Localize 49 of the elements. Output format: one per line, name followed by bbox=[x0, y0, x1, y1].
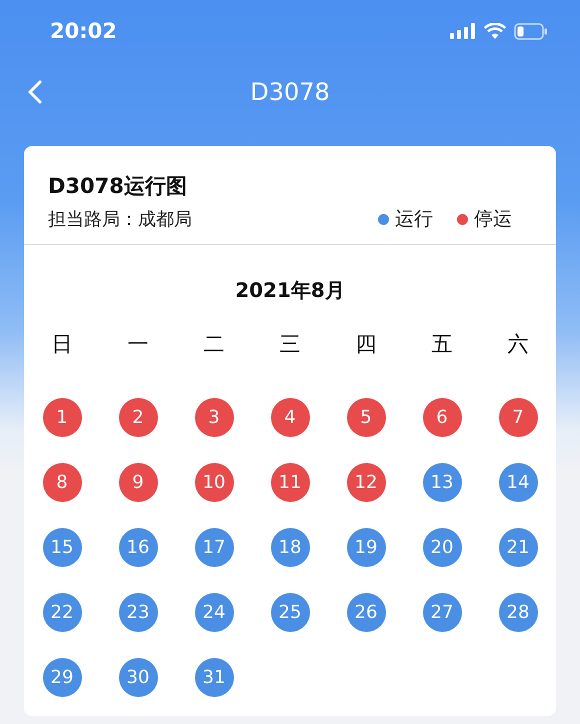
status-time: 20:02 bbox=[50, 19, 117, 43]
day-circle[interactable]: 16 bbox=[118, 528, 158, 567]
day-circle[interactable]: 9 bbox=[118, 463, 158, 502]
day-circle[interactable]: 22 bbox=[42, 593, 82, 632]
battery-icon bbox=[514, 22, 548, 40]
day-circle[interactable]: 11 bbox=[270, 463, 310, 502]
weekday-label: 四 bbox=[354, 331, 378, 358]
bureau-label: 担当路局：成都局 bbox=[48, 208, 192, 231]
day-circle[interactable]: 28 bbox=[498, 593, 538, 632]
day-circle[interactable]: 21 bbox=[498, 528, 538, 567]
day-circle[interactable]: 7 bbox=[498, 398, 538, 437]
day-circle[interactable]: 5 bbox=[346, 398, 386, 437]
day-circle[interactable]: 27 bbox=[422, 593, 462, 632]
page-title: D3078 bbox=[250, 78, 330, 106]
day-circle[interactable]: 18 bbox=[270, 528, 310, 567]
weekday-label: 三 bbox=[278, 331, 302, 358]
day-circle[interactable]: 1 bbox=[42, 398, 82, 437]
day-circle[interactable]: 25 bbox=[270, 593, 310, 632]
legend-label: 运行 bbox=[395, 207, 433, 232]
wifi-icon bbox=[484, 23, 506, 39]
day-circle[interactable]: 15 bbox=[42, 528, 82, 567]
legend-label: 停运 bbox=[474, 207, 512, 232]
day-circle[interactable]: 3 bbox=[194, 398, 234, 437]
day-circle[interactable]: 30 bbox=[118, 658, 158, 697]
month-title: 2021年8月 bbox=[234, 277, 346, 304]
day-circle[interactable]: 29 bbox=[42, 658, 82, 697]
day-circle[interactable]: 12 bbox=[346, 463, 386, 502]
day-circle[interactable]: 17 bbox=[194, 528, 234, 567]
day-circle[interactable]: 24 bbox=[194, 593, 234, 632]
day-circle[interactable]: 4 bbox=[270, 398, 310, 437]
signal-icon bbox=[450, 23, 476, 39]
day-circle[interactable]: 10 bbox=[194, 463, 234, 502]
day-circle[interactable]: 19 bbox=[346, 528, 386, 567]
day-circle[interactable]: 31 bbox=[194, 658, 234, 697]
back-icon[interactable] bbox=[28, 80, 42, 104]
day-circle[interactable]: 20 bbox=[422, 528, 462, 567]
day-circle[interactable]: 14 bbox=[498, 463, 538, 502]
day-circle[interactable]: 8 bbox=[42, 463, 82, 502]
weekday-label: 日 bbox=[50, 331, 74, 358]
weekday-label: 二 bbox=[202, 331, 226, 358]
day-circle[interactable]: 6 bbox=[422, 398, 462, 437]
train-title: D3078运行图 bbox=[48, 173, 188, 200]
weekday-label: 六 bbox=[506, 331, 530, 358]
weekday-label: 五 bbox=[430, 331, 454, 358]
day-circle[interactable]: 2 bbox=[118, 398, 158, 437]
day-circle[interactable]: 13 bbox=[422, 463, 462, 502]
day-circle[interactable]: 26 bbox=[346, 593, 386, 632]
weekday-label: 一 bbox=[126, 331, 150, 358]
day-circle[interactable]: 23 bbox=[118, 593, 158, 632]
